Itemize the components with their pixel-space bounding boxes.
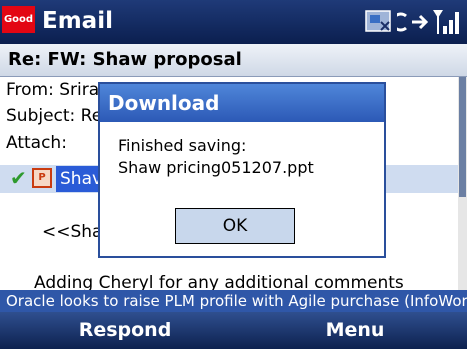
check-icon: ✔ <box>10 166 27 190</box>
news-ticker[interactable]: Oracle looks to raise PLM profile with A… <box>0 290 467 312</box>
scroll-thumb[interactable] <box>459 77 466 197</box>
ok-button[interactable]: OK <box>175 208 295 244</box>
ticker-text: Oracle looks to raise PLM profile with A… <box>6 292 467 310</box>
message-subject-bar: Re: FW: Shaw proposal <box>0 44 467 77</box>
dialog-title-bar: Download <box>100 84 384 122</box>
respond-softkey[interactable]: Respond <box>35 312 215 349</box>
attach-label: Attach: <box>6 133 67 153</box>
dialog-title: Download <box>108 91 220 115</box>
title-bar: Good Email <box>0 0 467 44</box>
softkey-bar: Respond Menu <box>0 312 467 349</box>
powerpoint-file-icon: P <box>32 168 52 188</box>
good-logo: Good <box>2 6 35 33</box>
dialog-message-line2: Shaw pricing051207.ppt <box>118 158 314 177</box>
message-body-text: Adding Cheryl for any additional comment… <box>34 273 404 290</box>
status-icons <box>363 6 463 38</box>
sync-icon[interactable] <box>363 6 395 42</box>
subject-field: Subject: Re <box>6 106 103 126</box>
scrollbar[interactable] <box>458 77 467 290</box>
connection-icon[interactable] <box>391 6 429 42</box>
message-subject-title: Re: FW: Shaw proposal <box>8 49 242 70</box>
menu-softkey[interactable]: Menu <box>265 312 445 349</box>
signal-icon[interactable] <box>431 6 461 42</box>
app-title: Email <box>42 8 113 34</box>
dialog-message-line1: Finished saving: <box>118 136 247 155</box>
download-dialog: Download Finished saving: Shaw pricing05… <box>98 82 386 258</box>
from-field: From: Srira <box>6 80 100 100</box>
